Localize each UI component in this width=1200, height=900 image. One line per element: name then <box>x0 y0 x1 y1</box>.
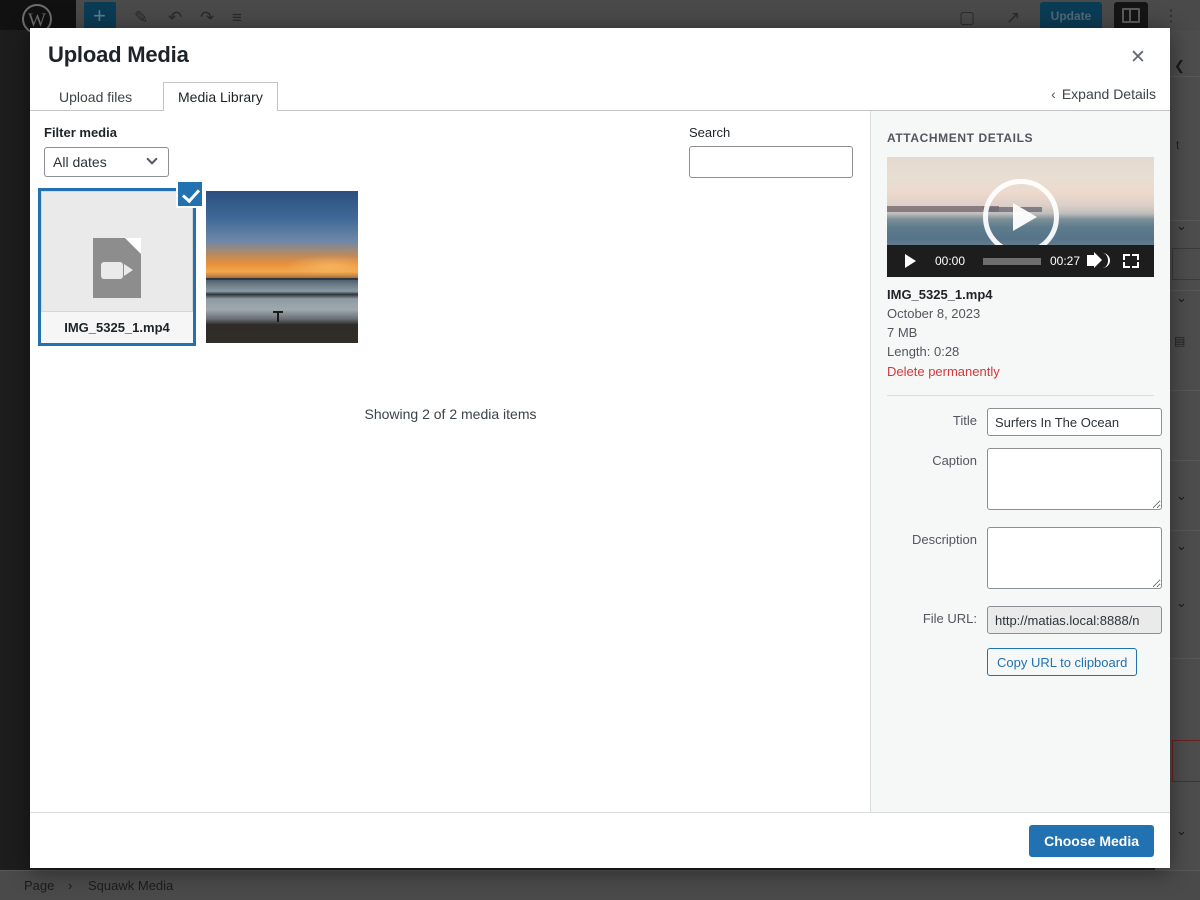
sun-glow <box>285 254 358 277</box>
attachment-date: October 8, 2023 <box>887 306 981 321</box>
chevron-down-icon[interactable]: ⌄ <box>1176 290 1187 306</box>
page-title: Upload Media <box>48 42 189 67</box>
video-camera-glyph <box>101 262 133 279</box>
chevron-down-icon[interactable]: ⌄ <box>1176 488 1187 504</box>
caption-label: Caption <box>932 453 977 468</box>
pencil-icon[interactable]: ✎ <box>134 8 148 28</box>
panel-text-fragment: t <box>1176 138 1180 152</box>
progress-slider[interactable] <box>983 258 1041 265</box>
media-count-text: Showing 2 of 2 media items <box>364 406 537 422</box>
redo-icon[interactable]: ↷ <box>200 8 214 28</box>
delete-permanently-link[interactable]: Delete permanently <box>887 364 1000 379</box>
file-url-field-row: File URL: <box>887 606 1162 634</box>
close-icon[interactable]: ✕ <box>1120 40 1156 76</box>
upload-media-modal: Upload Media ✕ Upload files Media Librar… <box>30 28 1170 868</box>
panel-warning-box <box>1172 740 1200 782</box>
wordpress-logo-icon[interactable]: W <box>0 0 76 34</box>
beach-post <box>273 310 284 322</box>
tab-upload-files[interactable]: Upload files <box>44 82 147 112</box>
description-field[interactable] <box>987 527 1162 589</box>
fullscreen-icon[interactable] <box>1123 254 1139 268</box>
sidebar-glyph <box>1122 8 1140 23</box>
chevron-down-icon[interactable]: ⌄ <box>1176 823 1187 839</box>
editor-toolbar: W ✎ ↶ ↷ ≡ ▢ ↗ Update ⋮ <box>0 0 1200 34</box>
expand-details-label: Expand Details <box>1061 86 1156 102</box>
chevron-down-icon[interactable]: ⌄ <box>1176 538 1187 554</box>
breadcrumb-item-squawk-media[interactable]: Squawk Media <box>88 878 173 893</box>
attachment-length: Length: 0:28 <box>887 344 960 359</box>
breadcrumb-separator: › <box>68 878 73 893</box>
modal-footer: Choose Media <box>30 812 1170 868</box>
attachment-meta: IMG_5325_1.mp4 October 8, 2023 7 MB Leng… <box>887 287 1154 381</box>
modal-tabs: Upload files Media Library <box>30 82 1170 112</box>
copy-url-button[interactable]: Copy URL to clipboard <box>987 648 1138 676</box>
play-overlay-icon[interactable] <box>982 179 1059 255</box>
title-label: Title <box>952 413 977 428</box>
undo-icon[interactable]: ↶ <box>168 8 182 28</box>
update-button[interactable]: Update <box>1040 2 1102 30</box>
description-label: Description <box>911 532 977 547</box>
description-field-row: Description <box>887 527 1162 594</box>
attachment-item-video[interactable]: IMG_5325_1.mp4 <box>38 180 204 346</box>
horizon-line <box>206 278 358 280</box>
attachment-item-image[interactable] <box>206 191 358 343</box>
divider <box>887 395 1154 396</box>
checkmark-icon[interactable] <box>176 180 204 208</box>
duration-time: 00:27 <box>1050 254 1081 268</box>
volume-icon[interactable] <box>1087 252 1102 268</box>
breadcrumb: Page › Squawk Media <box>0 870 1200 900</box>
chevron-down-icon[interactable]: ⌄ <box>1176 218 1187 234</box>
list-view-icon[interactable]: ≡ <box>232 8 242 28</box>
choose-media-button[interactable]: Choose Media <box>1029 825 1154 857</box>
caption-field[interactable] <box>987 448 1162 510</box>
panel-input-box[interactable] <box>1172 248 1200 280</box>
video-file-icon <box>93 238 141 298</box>
attachment-filesize: 7 MB <box>887 325 918 340</box>
file-url-field[interactable] <box>987 606 1162 634</box>
attachment-filename: IMG_5325_1.mp4 <box>887 287 993 302</box>
caption-field-row: Caption <box>887 448 1162 515</box>
file-url-label: File URL: <box>922 611 977 626</box>
volume-wave-glyph <box>1101 253 1110 268</box>
title-field[interactable] <box>987 408 1162 436</box>
modal-content: Filter media All dates Search IMG_5325_1… <box>30 111 1170 812</box>
media-grid-pane: Filter media All dates Search IMG_5325_1… <box>30 111 871 812</box>
video-controls: 00:00 00:27 <box>887 245 1154 277</box>
chevron-left-icon[interactable]: ❮ <box>1174 58 1185 74</box>
title-field-row: Title <box>887 408 1162 436</box>
options-kebab-icon[interactable]: ⋮ <box>1163 6 1179 26</box>
date-filter-select[interactable]: All dates <box>44 147 169 177</box>
expand-details-button[interactable]: ‹ Expand Details <box>1051 86 1156 102</box>
breadcrumb-item-page[interactable]: Page <box>24 878 54 893</box>
current-time: 00:00 <box>935 254 966 268</box>
sidebar-toggle-icon[interactable] <box>1114 2 1148 30</box>
search-label: Search <box>689 125 731 140</box>
chevron-left-icon: ‹ <box>1051 86 1056 102</box>
attachments-list: IMG_5325_1.mp4 <box>38 180 371 346</box>
sunset-beach-thumbnail <box>206 191 358 343</box>
search-input[interactable] <box>689 146 853 178</box>
chevron-down-icon[interactable]: ⌄ <box>1176 595 1187 611</box>
attachment-details-heading: ATTACHMENT DETAILS <box>887 131 1034 145</box>
attachment-details-sidebar: ATTACHMENT DETAILS 00:00 00:27 IMG_5325_ <box>871 111 1170 812</box>
filter-media-label: Filter media <box>44 125 117 140</box>
play-icon[interactable] <box>905 254 916 268</box>
attachment-filename: IMG_5325_1.mp4 <box>41 311 193 343</box>
panel-text-fragment: ▤ <box>1174 334 1186 348</box>
external-link-icon[interactable]: ↗ <box>1006 8 1020 28</box>
desktop-icon[interactable]: ▢ <box>959 8 975 28</box>
tab-media-library[interactable]: Media Library <box>163 82 278 112</box>
video-preview[interactable]: 00:00 00:27 <box>887 157 1154 277</box>
